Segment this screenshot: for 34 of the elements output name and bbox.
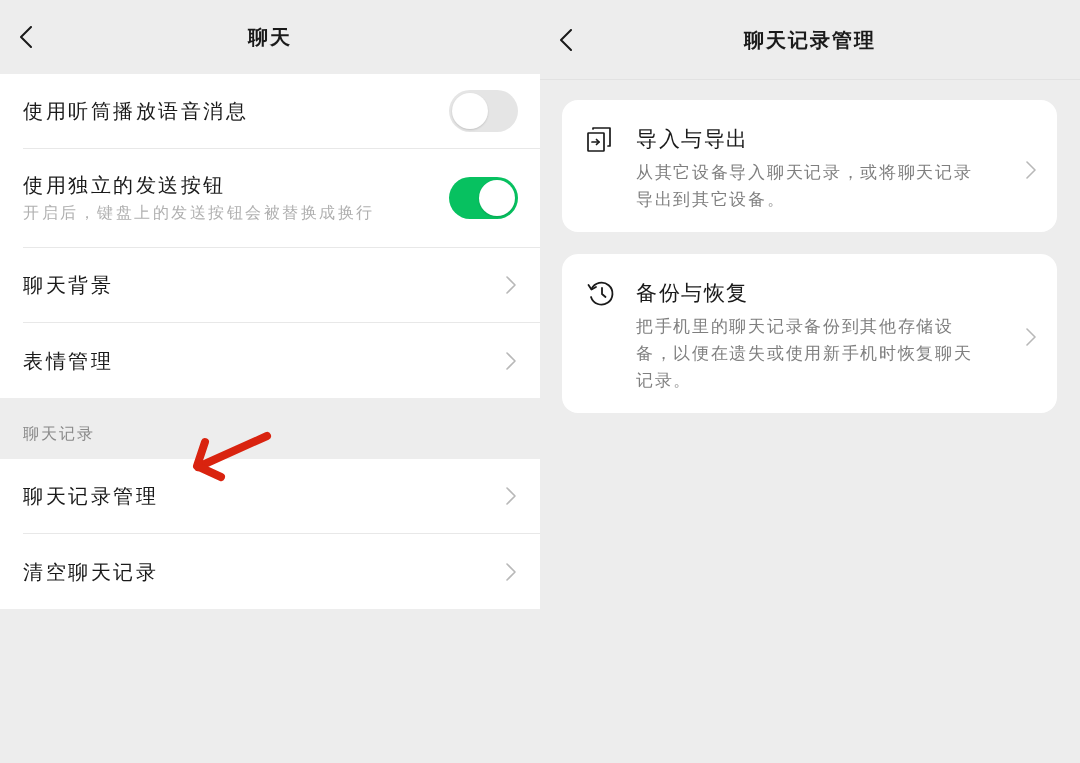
section-header: 聊天记录: [23, 424, 95, 443]
import-icon: [587, 126, 611, 152]
settings-row[interactable]: 表情管理: [0, 323, 540, 398]
card-description: 把手机里的聊天记录备份到其他存储设备，以便在遗失或使用新手机时恢复聊天记录。: [636, 315, 974, 392]
screen-title: 聊天记录管理: [742, 26, 877, 54]
chevron-right-icon: [506, 351, 516, 370]
chevron-right-icon: [506, 562, 516, 581]
row-label: 聊天背景: [23, 272, 114, 299]
toggle-switch[interactable]: [449, 177, 518, 219]
history-icon: [587, 279, 615, 307]
settings-row[interactable]: 使用独立的发送按钮 开启后，键盘上的发送按钮会被替换成换行: [0, 149, 540, 248]
row-label: 清空聊天记录: [23, 558, 159, 586]
toggle-switch[interactable]: [449, 90, 518, 132]
chevron-right-icon: [506, 276, 516, 294]
row-label: 使用独立的发送按钮: [23, 172, 227, 199]
chevron-right-icon: [1026, 328, 1036, 346]
screen-title: 聊天: [246, 24, 293, 51]
row-description: 开启后，键盘上的发送按钮会被替换成换行: [23, 202, 376, 224]
settings-row[interactable]: 聊天记录管理: [0, 459, 540, 534]
option-card[interactable]: 备份与恢复 把手机里的聊天记录备份到其他存储设备，以便在遗失或使用新手机时恢复聊天记录。: [562, 254, 1057, 413]
back-icon[interactable]: [560, 28, 572, 51]
row-label: 使用听筒播放语音消息: [23, 98, 249, 125]
card-title: 备份与恢复: [636, 280, 750, 306]
row-label: 聊天记录管理: [23, 483, 159, 510]
settings-row[interactable]: 使用听筒播放语音消息: [0, 74, 540, 149]
row-label: 表情管理: [23, 347, 114, 375]
card-description: 从其它设备导入聊天记录，或将聊天记录导出到其它设备。: [636, 161, 974, 211]
back-icon[interactable]: [20, 26, 32, 48]
settings-row[interactable]: 聊天背景: [0, 248, 540, 323]
card-title: 导入与导出: [636, 126, 750, 152]
chevron-right-icon: [1026, 160, 1036, 179]
chevron-right-icon: [506, 487, 516, 505]
settings-row[interactable]: 清空聊天记录: [0, 534, 540, 609]
option-card[interactable]: 导入与导出 从其它设备导入聊天记录，或将聊天记录导出到其它设备。: [562, 100, 1057, 232]
